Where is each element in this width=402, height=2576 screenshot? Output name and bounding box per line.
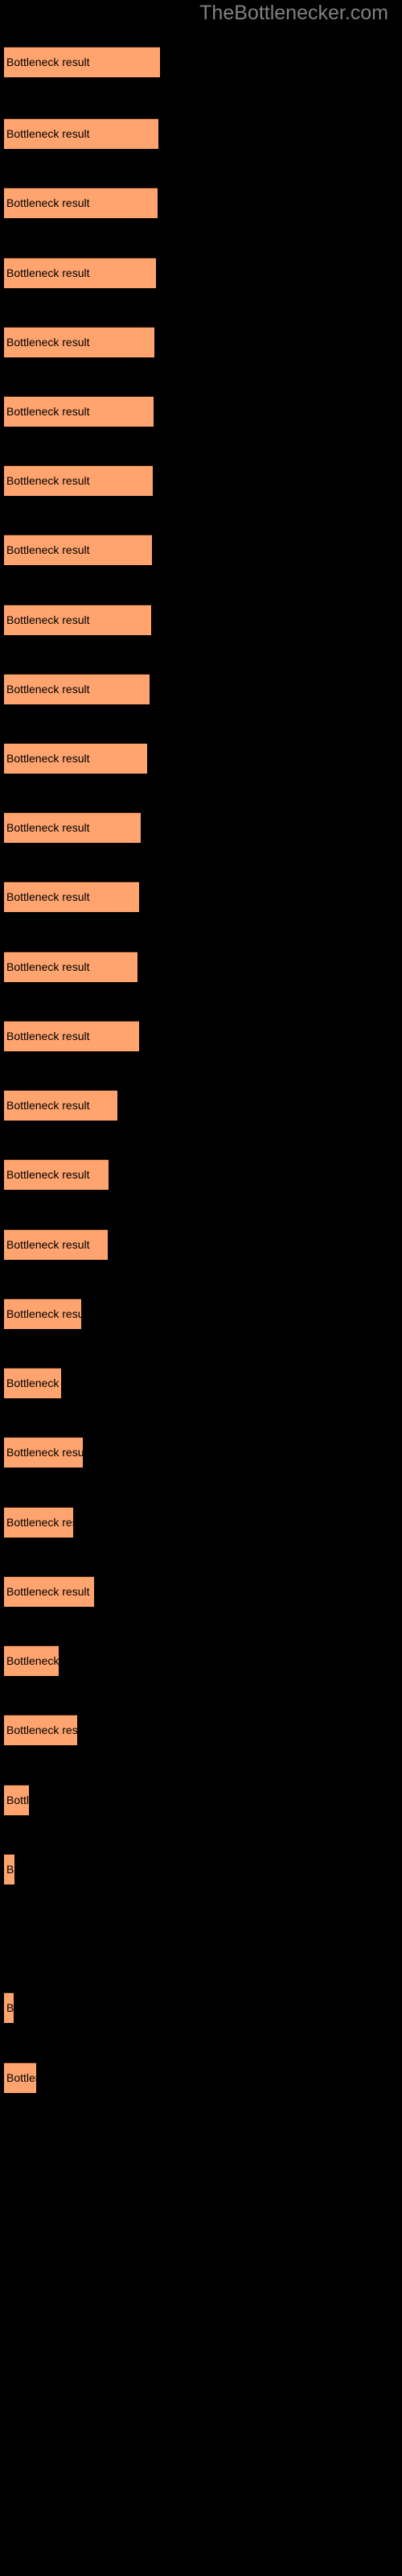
bottleneck-result-bar[interactable]: Bottleneck result [4, 605, 151, 635]
bottleneck-result-bar[interactable]: Bottleneck result [4, 396, 154, 427]
bottleneck-result-bar[interactable]: Bottleneck result [4, 1507, 73, 1538]
bar-row: Bottleneck result [0, 674, 402, 704]
bottleneck-result-bar[interactable]: Bottleneck result [4, 1159, 109, 1190]
bottleneck-result-bar[interactable]: Bottleneck result [4, 1854, 14, 1885]
bar-row: Bottleneck result [0, 881, 402, 912]
bottleneck-result-bar[interactable]: Bottleneck result [4, 47, 160, 77]
bar-row: Bottleneck result [0, 1854, 402, 1885]
bar-row: Bottleneck result [0, 535, 402, 565]
bar-row: Bottleneck result [0, 1507, 402, 1538]
bar-label: Bottleneck result [6, 1863, 14, 1876]
bottleneck-result-bar[interactable]: Bottleneck result [4, 2062, 36, 2093]
bottleneck-result-bar[interactable]: Bottleneck result [4, 812, 141, 843]
bar-label: Bottleneck result [6, 1307, 81, 1320]
bar-row: Bottleneck result [0, 812, 402, 843]
bar-row: Bottleneck result [0, 47, 402, 77]
bottleneck-result-bar[interactable]: Bottleneck result [4, 1090, 117, 1121]
bar-label: Bottleneck result [6, 1168, 90, 1181]
bar-label: Bottleneck result [6, 1377, 61, 1389]
bottleneck-result-bar[interactable]: Bottleneck result [4, 1715, 77, 1745]
bar-label: Bottleneck result [6, 752, 90, 765]
bar-label: Bottleneck result [6, 56, 90, 68]
bar-row: Bottleneck result [0, 1785, 402, 1815]
bar-label: Bottleneck result [6, 821, 90, 834]
bar-label: Bottleneck result [6, 2001, 14, 2014]
bottleneck-result-bar[interactable]: Bottleneck result [4, 1785, 29, 1815]
bottleneck-result-bar[interactable]: Bottleneck result [4, 118, 158, 149]
bottleneck-chart: TheBottlenecker.com Bottleneck result Bot… [0, 0, 402, 2576]
bar-label: Bottleneck result [6, 336, 90, 349]
bar-label: Bottleneck result [6, 405, 90, 418]
bar-row: Bottleneck result [0, 1437, 402, 1468]
bar-label: Bottleneck result [6, 2071, 36, 2084]
bar-label: Bottleneck result [6, 474, 90, 487]
bar-label: Bottleneck result [6, 890, 90, 903]
bar-label: Bottleneck result [6, 960, 90, 973]
bar-row: Bottleneck result [0, 743, 402, 774]
bar-label: Bottleneck result [6, 543, 90, 556]
bar-row: Bottleneck result [0, 1368, 402, 1398]
bar-label: Bottleneck result [6, 1099, 90, 1112]
bottleneck-result-bar[interactable]: Bottleneck result [4, 535, 152, 565]
bar-row: Bottleneck result [0, 396, 402, 427]
bar-series-layer: Bottleneck result Bottleneck result Bottle… [0, 0, 402, 2576]
bottleneck-result-bar[interactable]: Bottleneck result [4, 1992, 14, 2023]
bottleneck-result-bar[interactable]: Bottleneck result [4, 258, 156, 288]
bottleneck-result-bar[interactable]: Bottleneck result [4, 1645, 59, 1676]
bar-label: Bottleneck result [6, 266, 90, 279]
bar-label: Bottleneck result [6, 1446, 83, 1459]
bottleneck-result-bar[interactable]: Bottleneck result [4, 952, 137, 982]
bar-row [0, 1923, 402, 1954]
bar-row: Bottleneck result [0, 952, 402, 982]
bar-label: Bottleneck result [6, 1654, 59, 1667]
bar-row: Bottleneck result [0, 1229, 402, 1260]
bottleneck-result-bar[interactable]: Bottleneck result [4, 1229, 108, 1260]
bar-row: Bottleneck result [0, 465, 402, 496]
bottleneck-result-bar[interactable]: Bottleneck result [4, 1368, 61, 1398]
bar-row: Bottleneck result [0, 327, 402, 357]
bottleneck-result-bar[interactable]: Bottleneck result [4, 674, 150, 704]
bar-label: Bottleneck result [6, 1724, 77, 1736]
bottleneck-result-bar[interactable]: Bottleneck result [4, 188, 158, 218]
bottleneck-result-bar[interactable]: Bottleneck result [4, 327, 154, 357]
bottleneck-result-bar[interactable]: Bottleneck result [4, 465, 153, 496]
bottleneck-result-bar[interactable]: Bottleneck result [4, 1437, 83, 1468]
bar-label: Bottleneck result [6, 196, 90, 209]
bar-label: Bottleneck result [6, 1238, 90, 1251]
bar-row: Bottleneck result [0, 605, 402, 635]
bar-label: Bottleneck result [6, 1516, 73, 1529]
bar-row: Bottleneck result [0, 1021, 402, 1051]
bar-label: Bottleneck result [6, 1585, 90, 1598]
bottleneck-result-bar[interactable]: Bottleneck result [4, 1576, 94, 1607]
bottleneck-result-bar[interactable]: Bottleneck result [4, 881, 139, 912]
bar-label: Bottleneck result [6, 683, 90, 696]
bar-row: Bottleneck result [0, 188, 402, 218]
bottleneck-result-bar[interactable]: Bottleneck result [4, 743, 147, 774]
bar-label: Bottleneck result [6, 613, 90, 626]
bottleneck-result-bar[interactable]: Bottleneck result [4, 1298, 81, 1329]
bar-row: Bottleneck result [0, 258, 402, 288]
bar-label: Bottleneck result [6, 1794, 29, 1806]
bar-row: Bottleneck result [0, 1090, 402, 1121]
bar-row: Bottleneck result [0, 1298, 402, 1329]
bottleneck-result-bar[interactable]: Bottleneck result [4, 1021, 139, 1051]
bar-label: Bottleneck result [6, 127, 90, 140]
bar-row: Bottleneck result [0, 1715, 402, 1745]
bar-row: Bottleneck result [0, 118, 402, 149]
bar-row: Bottleneck result [0, 1992, 402, 2023]
bar-row: Bottleneck result [0, 2062, 402, 2093]
bar-label: Bottleneck result [6, 1030, 90, 1042]
bar-row: Bottleneck result [0, 1159, 402, 1190]
bar-row: Bottleneck result [0, 1576, 402, 1607]
bar-row: Bottleneck result [0, 1645, 402, 1676]
